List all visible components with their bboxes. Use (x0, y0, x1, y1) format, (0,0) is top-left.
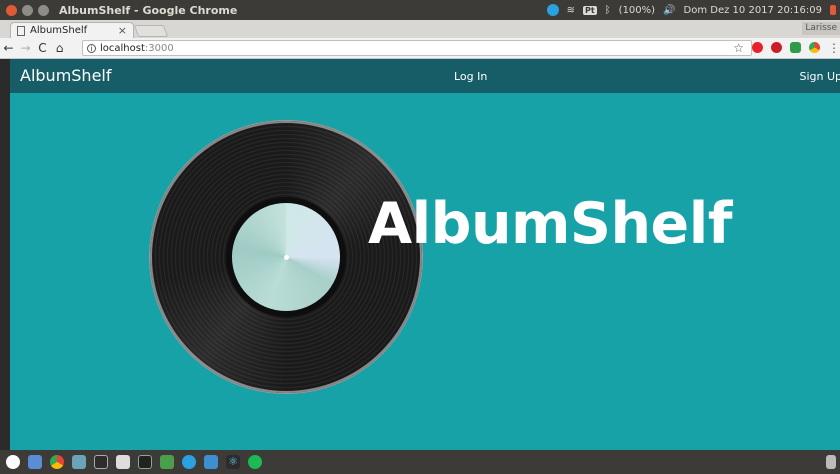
software-app-icon[interactable] (72, 455, 86, 469)
url-host: localhost (100, 42, 145, 54)
keyboard-layout-indicator[interactable]: Pt (582, 5, 597, 15)
address-bar[interactable]: i localhost:3000 (82, 40, 752, 56)
chrome-menu-icon[interactable]: ⋮ (828, 41, 840, 55)
green-extension-icon[interactable] (790, 42, 801, 53)
volume-icon[interactable]: 🔊 (663, 5, 675, 16)
folder-app-icon[interactable] (204, 455, 218, 469)
wifi-icon[interactable]: ≋ (567, 5, 575, 16)
window-title: AlbumShelf - Google Chrome (59, 3, 238, 17)
react-app-icon[interactable]: ⚛ (226, 455, 240, 469)
new-tab-button[interactable] (133, 25, 169, 37)
system-monitor-app-icon[interactable] (138, 455, 152, 469)
chrome-app-icon[interactable] (50, 455, 64, 469)
ubuntu-menu-icon[interactable] (6, 455, 20, 469)
os-top-bar: AlbumShelf - Google Chrome ≋ Pt ᛒ (100%)… (0, 0, 840, 20)
bluetooth-icon[interactable]: ᛒ (605, 5, 611, 16)
spotify-app-icon[interactable] (248, 455, 262, 469)
forward-button[interactable]: → (17, 41, 34, 55)
tab-strip: AlbumShelf × Larisse (0, 20, 840, 38)
page-content: AlbumShelf Log In Sign Up AlbumShelf (10, 59, 840, 450)
pinterest-extension-icon[interactable] (771, 42, 782, 53)
files-app-icon[interactable] (28, 455, 42, 469)
trash-icon[interactable] (826, 455, 836, 469)
telegram-app-icon[interactable] (182, 455, 196, 469)
chrome-extension-icon[interactable] (809, 42, 820, 53)
bookmark-star-icon[interactable]: ☆ (733, 41, 744, 55)
paint-app-icon[interactable] (160, 455, 174, 469)
home-button[interactable]: ⌂ (51, 41, 68, 55)
tab-close-icon[interactable]: × (118, 24, 127, 37)
toolbar: ← → C ⌂ i localhost:3000 ☆ ⋮ (0, 38, 840, 59)
back-button[interactable]: ← (0, 41, 17, 55)
reload-button[interactable]: C (34, 41, 51, 55)
window-controls (6, 4, 49, 16)
system-tray: ≋ Pt ᛒ (100%) 🔊 Dom Dez 10 2017 20:16:09 (546, 0, 840, 20)
page-icon (17, 25, 25, 36)
terminal-app-icon[interactable] (94, 455, 108, 469)
session-icon[interactable] (830, 5, 836, 15)
tab-albumshelf[interactable]: AlbumShelf × (10, 22, 134, 38)
profile-button[interactable]: Larisse (802, 22, 840, 35)
signup-link[interactable]: Sign Up (799, 70, 840, 83)
record-label (232, 203, 340, 311)
text-editor-app-icon[interactable] (116, 455, 130, 469)
info-icon[interactable]: i (87, 43, 96, 53)
extensions-area: ☆ ⋮ (733, 41, 840, 55)
hero-title: AlbumShelf (368, 191, 733, 257)
login-link[interactable]: Log In (454, 70, 487, 83)
maximize-window-button[interactable] (38, 4, 49, 16)
close-window-button[interactable] (6, 4, 17, 16)
record-spindle-hole (284, 255, 289, 260)
telegram-tray-icon[interactable] (546, 4, 559, 16)
url-port: :3000 (144, 42, 174, 54)
navbar: AlbumShelf Log In Sign Up (10, 59, 840, 93)
vinyl-record-image (150, 121, 422, 393)
clock[interactable]: Dom Dez 10 2017 20:16:09 (684, 5, 822, 16)
tab-title: AlbumShelf (30, 25, 88, 36)
battery-indicator[interactable]: (100%) (619, 5, 655, 16)
minimize-window-button[interactable] (22, 4, 33, 16)
brand-link[interactable]: AlbumShelf (20, 66, 112, 85)
opera-extension-icon[interactable] (752, 42, 763, 53)
taskbar-dock: ⚛ (0, 450, 840, 474)
